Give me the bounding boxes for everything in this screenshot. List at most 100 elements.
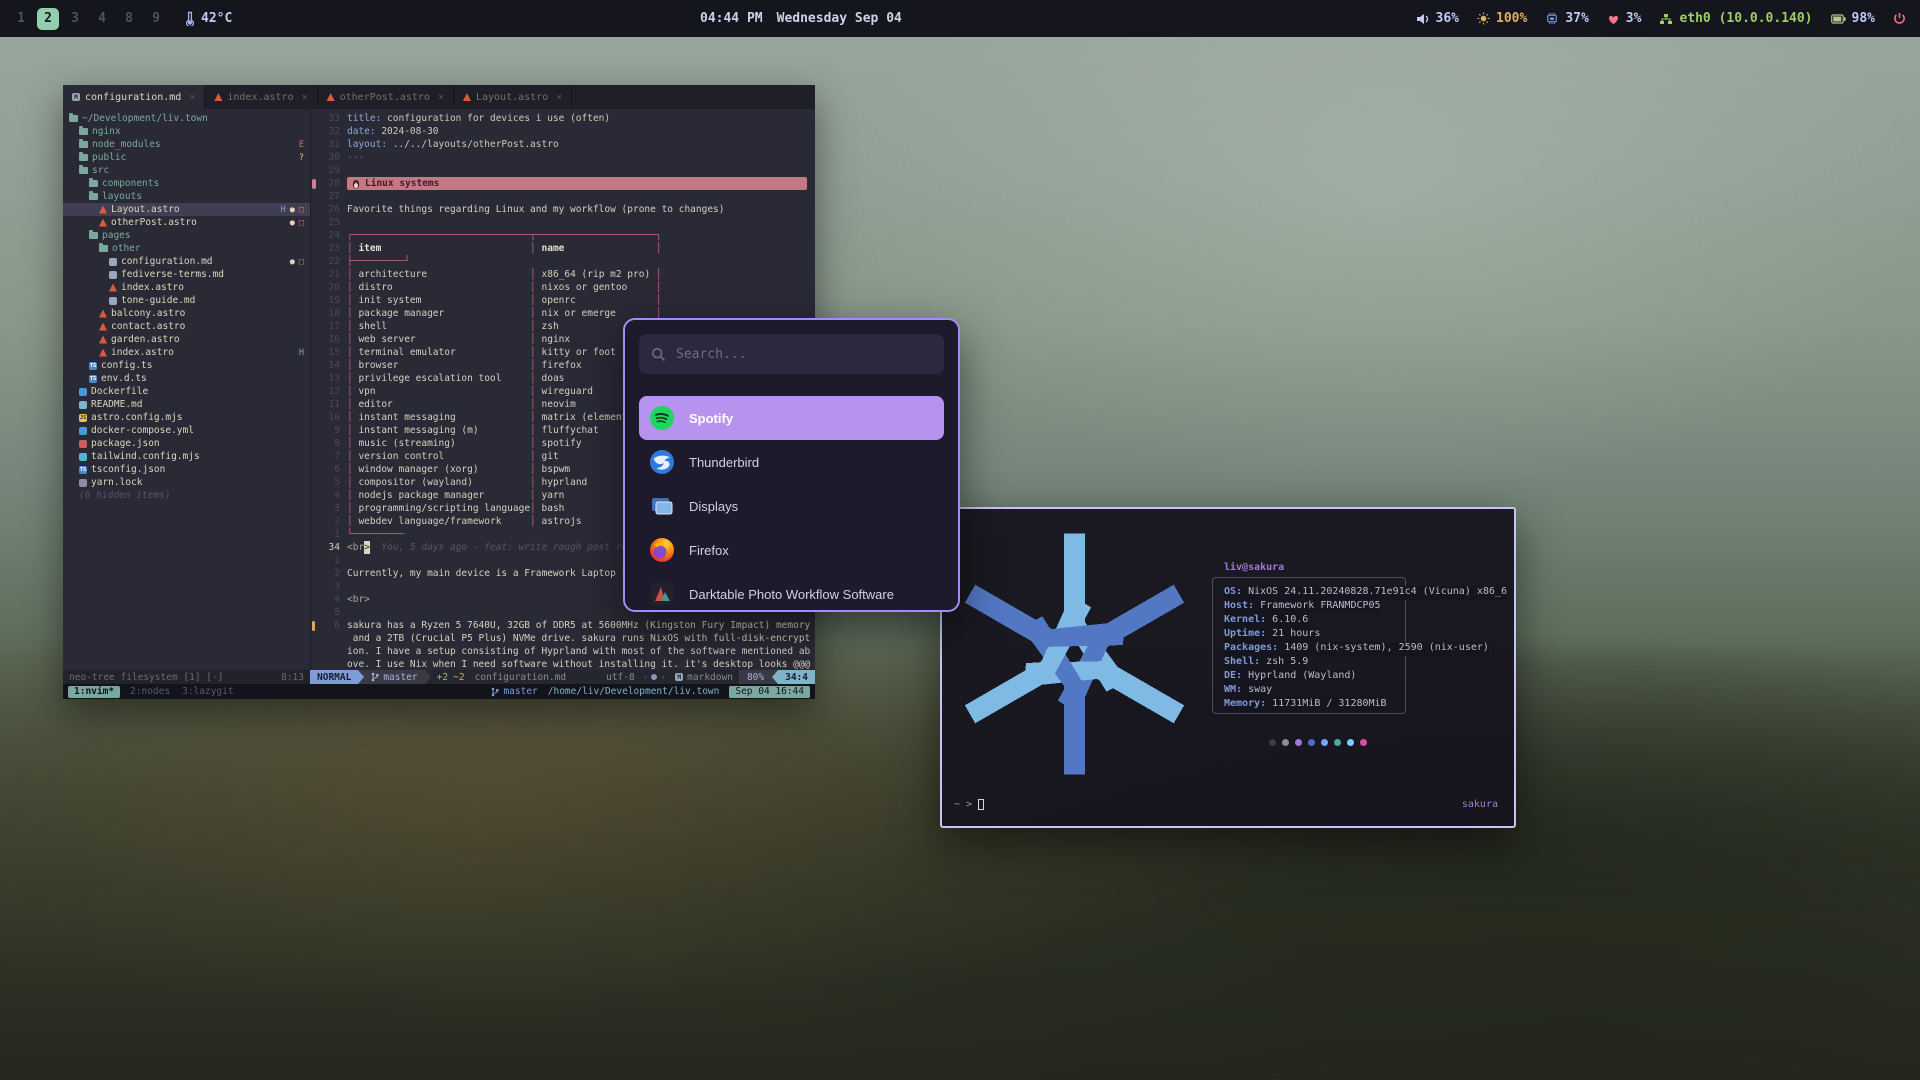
table-border: │	[347, 502, 358, 515]
table-cell-name: openrc	[542, 294, 656, 307]
astro-file-icon	[99, 323, 107, 331]
line-number: 9	[318, 424, 340, 437]
volume-module[interactable]: 36%	[1416, 11, 1459, 26]
network-module[interactable]: eth0 (10.0.0.140)	[1659, 11, 1812, 26]
tree-item[interactable]: src	[63, 164, 310, 177]
workspace-button[interactable]: 2	[37, 8, 59, 30]
tree-item[interactable]: package.json	[63, 437, 310, 450]
yaml-value: 2024-08-30	[376, 125, 439, 138]
cpu-module[interactable]: 3%	[1607, 11, 1642, 26]
tree-item[interactable]: components	[63, 177, 310, 190]
tree-item[interactable]: README.md	[63, 398, 310, 411]
search-input[interactable]	[676, 347, 932, 362]
npm-file-icon	[79, 440, 87, 448]
app-item-displays[interactable]: Displays	[639, 484, 944, 528]
workspace-button[interactable]: 3	[64, 8, 86, 30]
tree-item[interactable]: TSenv.d.ts	[63, 372, 310, 385]
table-border: │	[347, 450, 358, 463]
tree-item[interactable]: Layout.astroH●□	[63, 203, 310, 216]
tree-item[interactable]: tailwind.config.mjs	[63, 450, 310, 463]
line-number: 4	[318, 489, 340, 502]
tree-item[interactable]: other	[63, 242, 310, 255]
tree-item[interactable]: contact.astro	[63, 320, 310, 333]
editor-tab[interactable]: Layout.astro×	[454, 85, 572, 109]
tab-close-icon[interactable]: ×	[302, 92, 308, 103]
tree-item[interactable]: tone-guide.md	[63, 294, 310, 307]
scroll-percent: 80%	[739, 670, 772, 684]
workspace-button[interactable]: 9	[145, 8, 167, 30]
folder-icon	[89, 193, 98, 200]
app-item-firefox[interactable]: Firefox	[639, 528, 944, 572]
sign-column	[311, 216, 318, 229]
line-number: 33	[318, 112, 340, 125]
tab-close-icon[interactable]: ×	[556, 92, 562, 103]
darktable-app-icon	[649, 581, 675, 607]
brightness-module[interactable]: 100%	[1477, 11, 1527, 26]
battery-module[interactable]: 98%	[1831, 11, 1875, 26]
tree-item[interactable]: ~/Development/liv.town	[63, 112, 310, 125]
tab-close-icon[interactable]: ×	[438, 92, 444, 103]
ethernet-icon	[1659, 13, 1673, 25]
tree-item[interactable]: index.astroH	[63, 346, 310, 359]
palette-dot	[1347, 739, 1354, 746]
tree-item[interactable]: fediverse-terms.md	[63, 268, 310, 281]
app-item-spotify[interactable]: Spotify	[639, 396, 944, 440]
workspace-button[interactable]: 8	[118, 8, 140, 30]
line-number: 3	[318, 580, 340, 593]
table-border: │	[530, 346, 541, 359]
tree-item[interactable]: (6 hidden items)	[63, 489, 310, 502]
launcher-search-bar[interactable]	[639, 334, 944, 374]
editor-tab[interactable]: index.astro×	[205, 85, 317, 109]
tmux-cwd-path: /home/liv/Development/liv.town	[548, 686, 720, 697]
editor-line: 26Favorite things regarding Linux and my…	[311, 203, 815, 216]
tab-close-icon[interactable]: ×	[189, 92, 195, 103]
tree-item[interactable]: node_modulesE	[63, 138, 310, 151]
hostname-label: sakura	[1462, 799, 1498, 810]
app-item-thunderbird[interactable]: Thunderbird	[639, 440, 944, 484]
app-label: Firefox	[689, 543, 729, 558]
tree-item[interactable]: index.astro	[63, 281, 310, 294]
line-number: 17	[318, 320, 340, 333]
fetch-terminal-window[interactable]: liv@sakura OS: NixOS 24.11.20240828.71e9…	[940, 507, 1516, 828]
tree-item[interactable]: layouts	[63, 190, 310, 203]
tree-item-label: index.astro	[121, 282, 184, 293]
temperature-module[interactable]: 42°C	[185, 11, 232, 26]
workspace-button[interactable]: 4	[91, 8, 113, 30]
badge: ●	[290, 257, 295, 267]
sign-column	[311, 528, 318, 541]
tree-item[interactable]: configuration.md●□	[63, 255, 310, 268]
tabline: Mconfiguration.md×index.astro×otherPost.…	[63, 85, 815, 109]
workspace-button[interactable]: 1	[10, 8, 32, 30]
tree-item[interactable]: nginx	[63, 125, 310, 138]
tree-item[interactable]: TSconfig.ts	[63, 359, 310, 372]
tree-item[interactable]: otherPost.astro●□	[63, 216, 310, 229]
table-border: │	[530, 502, 541, 515]
sign-column	[311, 567, 318, 580]
app-launcher-dialog[interactable]: SpotifyThunderbirdDisplays Firefox Darktab…	[623, 318, 960, 612]
editor-tab[interactable]: otherPost.astro×	[318, 85, 454, 109]
tree-item[interactable]: docker-compose.yml	[63, 424, 310, 437]
tree-item[interactable]: yarn.lock	[63, 476, 310, 489]
tree-item[interactable]: balcony.astro	[63, 307, 310, 320]
editor-line: 28Linux systems	[311, 177, 815, 190]
network-value: eth0 (10.0.0.140)	[1679, 11, 1812, 26]
clock-module[interactable]: 04:44 PM Wednesday Sep 04	[700, 0, 902, 37]
tree-item[interactable]: JSastro.config.mjs	[63, 411, 310, 424]
shell-prompt[interactable]: ~ >	[954, 799, 984, 810]
editor-tab[interactable]: Mconfiguration.md×	[63, 85, 205, 109]
tree-item[interactable]: Dockerfile	[63, 385, 310, 398]
app-item-darktable[interactable]: Darktable Photo Workflow Software	[639, 572, 944, 612]
tree-item[interactable]: pages	[63, 229, 310, 242]
tmux-window-active[interactable]: 1:nvim*	[68, 686, 120, 698]
tmux-window-inactive[interactable]: 2:nodes	[128, 686, 172, 697]
astro-file-icon	[463, 93, 471, 101]
tree-item[interactable]: garden.astro	[63, 333, 310, 346]
editor-line: 31layout: ../../layouts/otherPost.astro	[311, 138, 815, 151]
badge: □	[299, 257, 304, 267]
tree-item[interactable]: TStsconfig.json	[63, 463, 310, 476]
tree-item-label: tsconfig.json	[91, 464, 165, 475]
memory-module[interactable]: 37%	[1545, 11, 1588, 26]
tree-item[interactable]: public?	[63, 151, 310, 164]
tmux-window-inactive[interactable]: 3:lazygit	[180, 686, 235, 697]
power-button[interactable]	[1893, 12, 1906, 25]
